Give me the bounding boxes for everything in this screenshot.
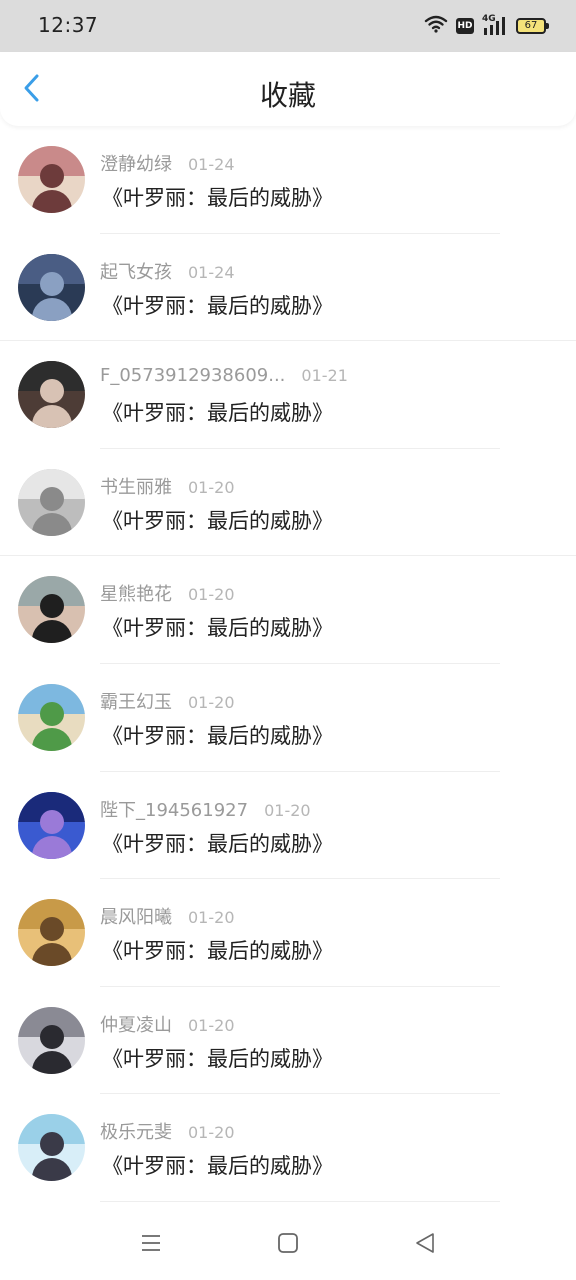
avatar[interactable] — [18, 791, 85, 859]
date: 01-20 — [188, 585, 235, 605]
date: 01-20 — [188, 908, 235, 928]
favorite-item[interactable]: 霸王幻玉 01-20 《叶罗丽：最后的威胁》 — [0, 664, 576, 772]
avatar[interactable] — [18, 899, 85, 967]
favorite-item[interactable]: 晨风阳曦 01-20 《叶罗丽：最后的威胁》 — [0, 879, 576, 987]
favorite-item[interactable]: 仲夏凌山 01-20 《叶罗丽：最后的威胁》 — [0, 987, 576, 1095]
item-meta: 起飞女孩 01-24 — [100, 258, 235, 284]
username[interactable]: 仲夏凌山 — [100, 1011, 172, 1037]
date: 01-20 — [188, 692, 235, 712]
username[interactable]: 极乐元斐 — [100, 1118, 172, 1144]
username[interactable]: 书生丽雅 — [100, 473, 172, 499]
item-meta: 仲夏凌山 01-20 — [100, 1011, 235, 1037]
divider — [100, 1200, 500, 1202]
favorites-list: 澄静幼绿 01-24 《叶罗丽：最后的威胁》 起飞女孩 01-24 《叶罗丽：最后的威胁》… — [0, 126, 576, 1202]
work-title[interactable]: 《叶罗丽：最后的威胁》 — [102, 1043, 333, 1073]
hd-badge: HD — [456, 18, 474, 34]
work-title[interactable]: 《叶罗丽：最后的威胁》 — [102, 828, 333, 858]
item-meta: F_0573912938609... 01-21 — [100, 365, 348, 386]
username[interactable]: 起飞女孩 — [100, 258, 172, 284]
favorite-item[interactable]: 陛下_194561927 01-20 《叶罗丽：最后的威胁》 — [0, 772, 576, 880]
avatar[interactable] — [18, 1114, 85, 1182]
battery-indicator: 67 — [516, 18, 549, 34]
avatar[interactable] — [18, 468, 85, 536]
avatar[interactable] — [18, 1006, 85, 1074]
wifi-icon — [424, 15, 448, 37]
status-time: 12:37 — [38, 13, 99, 37]
home-button[interactable] — [273, 1232, 303, 1258]
home-square-icon — [277, 1232, 299, 1258]
nav-back-button[interactable] — [410, 1232, 440, 1258]
favorite-item[interactable]: 极乐元斐 01-20 《叶罗丽：最后的威胁》 — [0, 1094, 576, 1202]
favorite-item[interactable]: 书生丽雅 01-20 《叶罗丽：最后的威胁》 — [0, 449, 576, 557]
menu-icon — [140, 1233, 162, 1257]
avatar[interactable] — [18, 683, 85, 751]
item-meta: 霸王幻玉 01-20 — [100, 688, 235, 714]
signal-icon: 4G — [482, 14, 508, 36]
favorite-item[interactable]: F_0573912938609... 01-21 《叶罗丽：最后的威胁》 — [0, 341, 576, 449]
work-title[interactable]: 《叶罗丽：最后的威胁》 — [102, 935, 333, 965]
date: 01-24 — [188, 155, 235, 174]
avatar[interactable] — [18, 576, 85, 644]
system-nav-bar — [0, 1210, 576, 1280]
item-meta: 陛下_194561927 01-20 — [100, 796, 311, 822]
username[interactable]: 陛下_194561927 — [100, 796, 248, 822]
username[interactable]: 澄静幼绿 — [100, 150, 172, 176]
item-meta: 星熊艳花 01-20 — [100, 580, 235, 606]
date: 01-24 — [188, 262, 235, 282]
work-title[interactable]: 《叶罗丽：最后的威胁》 — [102, 612, 333, 642]
avatar[interactable] — [18, 146, 85, 213]
work-title[interactable]: 《叶罗丽：最后的威胁》 — [102, 720, 333, 750]
date: 01-20 — [264, 800, 311, 820]
username[interactable]: 星熊艳花 — [100, 580, 172, 606]
work-title[interactable]: 《叶罗丽：最后的威胁》 — [102, 505, 333, 535]
date: 01-20 — [188, 477, 235, 497]
menu-button[interactable] — [136, 1232, 166, 1258]
work-title[interactable]: 《叶罗丽：最后的威胁》 — [102, 397, 333, 427]
username[interactable]: 晨风阳曦 — [100, 903, 172, 929]
header: 收藏 — [0, 52, 576, 126]
work-title[interactable]: 《叶罗丽：最后的威胁》 — [102, 182, 333, 212]
date: 01-21 — [301, 366, 348, 386]
username[interactable]: 霸王幻玉 — [100, 688, 172, 714]
page-title: 收藏 — [259, 79, 316, 112]
username[interactable]: F_0573912938609... — [100, 365, 285, 386]
favorite-item[interactable]: 星熊艳花 01-20 《叶罗丽：最后的威胁》 — [0, 556, 576, 664]
work-title[interactable]: 《叶罗丽：最后的威胁》 — [102, 290, 333, 320]
item-meta: 书生丽雅 01-20 — [100, 473, 235, 499]
favorite-item[interactable]: 起飞女孩 01-24 《叶罗丽：最后的威胁》 — [0, 234, 576, 342]
item-meta: 晨风阳曦 01-20 — [100, 903, 235, 929]
item-meta: 澄静幼绿 01-24 — [100, 150, 235, 176]
date: 01-20 — [188, 1123, 235, 1143]
item-meta: 极乐元斐 01-20 — [100, 1118, 235, 1144]
avatar[interactable] — [18, 361, 85, 429]
status-icons: HD 4G 67 — [424, 14, 549, 38]
avatar[interactable] — [18, 253, 85, 321]
date: 01-20 — [188, 1015, 235, 1035]
favorite-item[interactable]: 澄静幼绿 01-24 《叶罗丽：最后的威胁》 — [0, 126, 576, 234]
status-bar: 12:37 HD 4G 67 — [0, 0, 576, 52]
work-title[interactable]: 《叶罗丽：最后的威胁》 — [102, 1150, 333, 1180]
back-triangle-icon — [414, 1232, 436, 1258]
